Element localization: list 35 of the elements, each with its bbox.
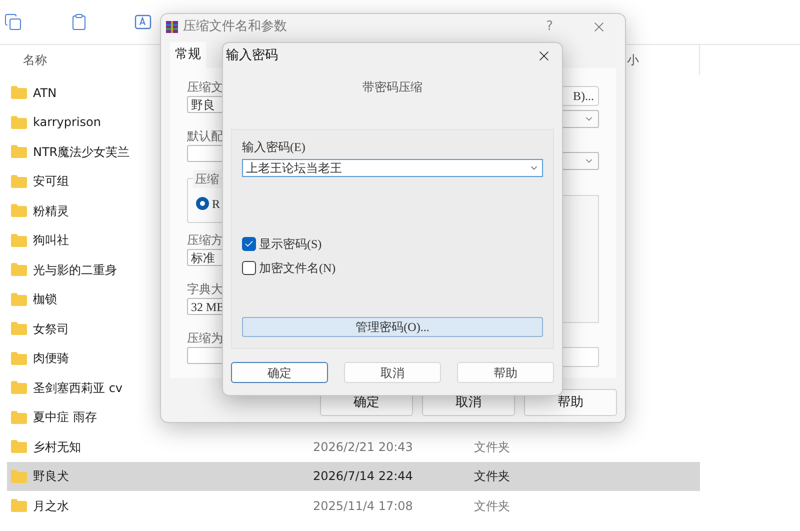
field-label: 压缩方 [187,232,223,250]
file-name: 枷锁 [33,291,57,308]
field-label: 字典大 [187,281,223,298]
file-name: 夏中症 雨存 [33,409,97,426]
checkbox-label: 显示密码(S) [259,236,322,253]
modified-date: 2026/2/21 20:43 [312,438,414,456]
field-label: 压缩文 [187,79,223,96]
window-title: 输入密码 [226,47,278,66]
field-label: 输入密码(E) [242,139,306,156]
file-name: 安可组 [33,173,69,190]
file-name: 肉便骑 [33,350,69,368]
file-name: ATN [33,84,57,102]
file-name: 野良犬 [33,468,69,486]
field-label: 默认配 [187,128,223,145]
file-name: 月之水 [33,498,69,515]
file-name: 圣剑塞西莉亚 cv [33,380,123,397]
dialog-subtitle: 带密码压缩 [362,79,422,96]
field-label: 压缩为 [187,330,223,348]
file-name: 女祭司 [33,320,69,338]
radio-label: R [212,196,220,213]
checkbox-label: 加密文件名(N) [259,260,336,277]
file-type: 文件夹 [474,468,510,486]
modified-date: 2026/7/14 22:44 [312,468,414,486]
window-title: 压缩文件名和参数 [183,18,287,36]
file-name: NTR魔法少女芙兰 [33,144,130,161]
file-name: karryprison [33,114,101,132]
file-type: 文件夹 [474,498,510,515]
file-name: 粉精灵 [33,202,69,220]
file-name: 乡村无知 [33,438,81,456]
modified-date: 2025/11/4 17:08 [312,498,414,515]
file-name: 光与影的二重身 [33,262,117,279]
file-name: 狗叫社 [33,232,69,250]
password-value: 上老王论坛当老王 [246,160,342,177]
file-type: 文件夹 [474,438,510,456]
group-label: 压缩 [193,170,221,188]
